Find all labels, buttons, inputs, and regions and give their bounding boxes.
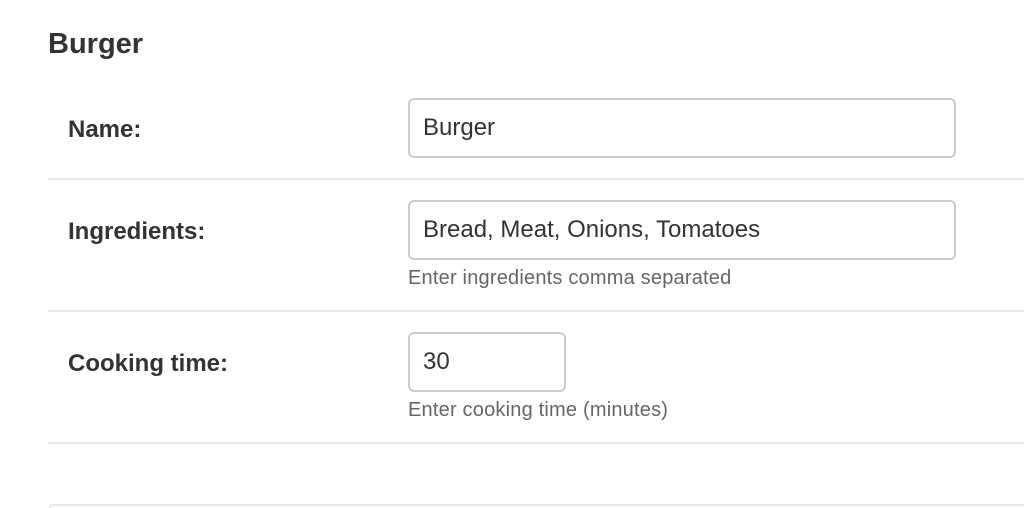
name-input[interactable] (408, 98, 956, 158)
ingredients-input[interactable] (408, 200, 956, 260)
name-label: Name: (68, 116, 142, 143)
form-row-name: Name: (48, 80, 1024, 180)
cooking-time-input[interactable] (408, 332, 566, 392)
ingredients-label: Ingredients: (68, 218, 206, 245)
form-row-cooking-time: Cooking time: Enter cooking time (minute… (48, 312, 1024, 444)
cooking-time-help-text: Enter cooking time (minutes) (408, 399, 669, 421)
next-panel-edge (48, 504, 1024, 508)
recipe-form-page: Burger Name: Ingredients: Enter ingredie… (0, 0, 1024, 508)
form-row-ingredients: Ingredients: Enter ingredients comma sep… (48, 180, 1024, 312)
ingredients-help-text: Enter ingredients comma separated (408, 267, 732, 289)
form-title: Burger (48, 28, 144, 60)
cooking-time-label: Cooking time: (68, 350, 228, 377)
